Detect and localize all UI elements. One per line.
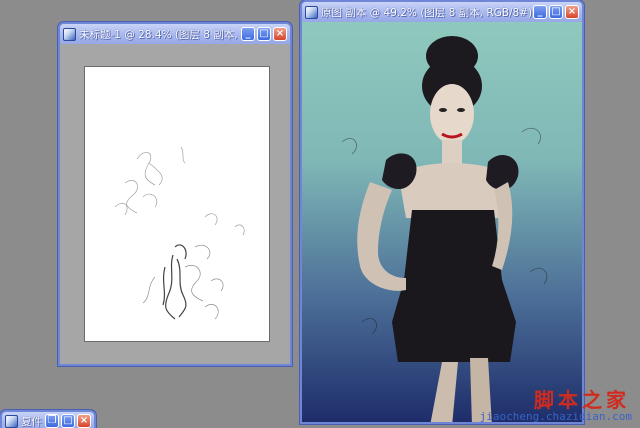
photoshop-icon (305, 5, 318, 19)
close-button[interactable]: × (565, 5, 579, 19)
watermark-logo: 脚本之家 (534, 388, 630, 412)
maximize-button[interactable]: □ (61, 414, 75, 428)
close-button[interactable]: × (77, 414, 91, 428)
photoshop-icon (5, 414, 18, 428)
photoshop-icon (63, 27, 76, 41)
document-window-untitled[interactable]: 未标题-1 @ 28.4% (图层 8 副本, R... _ □ × (58, 22, 292, 366)
maximize-button[interactable]: □ (549, 5, 563, 19)
window-titlebar[interactable]: 原图 副本 @ 49.2% (图层 8 副本, RGB/8#) _ □ × (302, 2, 582, 22)
window-title: 复件 ... (21, 415, 45, 428)
close-button[interactable]: × (273, 27, 287, 41)
window-title: 原图 副本 @ 49.2% (图层 8 副本, RGB/8#) (321, 6, 533, 19)
window-titlebar[interactable]: 未标题-1 @ 28.4% (图层 8 副本, R... _ □ × (60, 24, 290, 44)
minimize-button[interactable]: _ (533, 5, 547, 19)
watermark-url: jiaocheng.chazidian.com (479, 410, 632, 423)
window-titlebar[interactable]: 复件 ... ❐ □ × (2, 412, 94, 428)
document-window-original[interactable]: 原图 副本 @ 49.2% (图层 8 副本, RGB/8#) _ □ × (300, 0, 584, 424)
minimized-window[interactable]: 复件 ... ❐ □ × (0, 410, 96, 428)
restore-button[interactable]: ❐ (45, 414, 59, 428)
woman-portrait-image (341, 36, 548, 422)
document-canvas[interactable] (84, 66, 270, 342)
minimize-button[interactable]: _ (241, 27, 255, 41)
window-title: 未标题-1 @ 28.4% (图层 8 副本, R... (79, 28, 241, 41)
canvas-area[interactable] (60, 44, 290, 364)
maximize-button[interactable]: □ (257, 27, 271, 41)
smoke-strokes-illustration (114, 146, 245, 320)
photo-canvas[interactable] (302, 22, 582, 422)
